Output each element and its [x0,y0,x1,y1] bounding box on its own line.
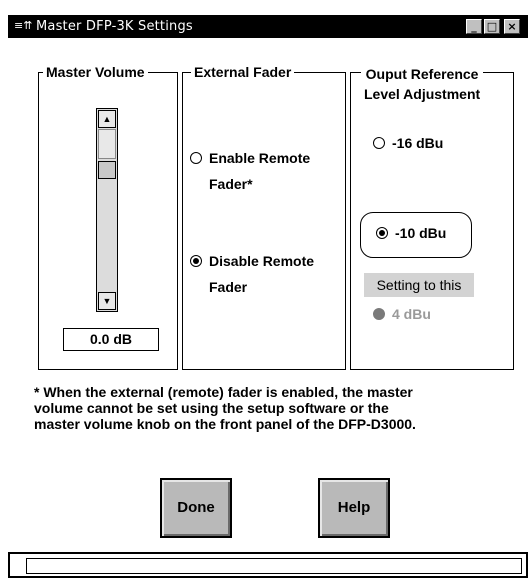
radio-indicator-selected[interactable] [190,255,202,267]
master-volume-value: 0.0 dB [63,328,159,351]
close-button[interactable]: × [504,19,520,34]
radio-indicator-disabled[interactable] [373,308,385,320]
disable-remote-label-line2: Fader [209,279,248,295]
setting-tag: Setting to this [364,273,474,297]
disable-remote-label-line1: Disable Remote [209,253,315,269]
plus-4-dbu-radio[interactable]: 4 dBu [373,301,431,327]
status-field [26,558,522,574]
done-button[interactable]: Done [160,478,232,538]
scroll-up-button[interactable]: ▲ [98,110,116,128]
minimize-button[interactable]: _ [466,19,482,34]
enable-remote-label-line1: Enable Remote [209,150,311,166]
settings-window: ≡⇈ Master DFP-3K Settings _ □ × Master V… [8,10,528,578]
output-reference-label: Ouput Reference Level Adjustment [361,64,484,104]
status-bar [8,552,528,578]
enable-remote-fader-radio[interactable]: Enable Remote Fader* [190,145,310,197]
help-button[interactable]: Help [318,478,390,538]
enable-remote-label-line2: Fader* [209,176,253,192]
minus-16-dbu-label: -16 dBu [392,135,444,151]
plus-4-dbu-label: 4 dBu [392,306,431,322]
scroll-down-button[interactable]: ▼ [98,292,116,310]
minus-16-dbu-radio[interactable]: -16 dBu [373,130,443,156]
disable-remote-fader-radio[interactable]: Disable Remote Fader [190,248,314,300]
window-title: Master DFP-3K Settings [36,19,193,34]
maximize-button[interactable]: □ [484,19,500,34]
title-bar[interactable]: ≡⇈ Master DFP-3K Settings _ □ × [8,15,528,38]
external-fader-label: External Fader [191,64,295,80]
note-line3: master volume knob on the front panel of… [34,416,416,432]
system-menu-icon[interactable]: ≡⇈ [14,19,32,32]
output-reference-label-line2: Level Adjustment [364,86,481,102]
scroll-track-upper[interactable] [98,129,116,159]
note-line1: * When the external (remote) fader is en… [34,384,413,400]
minus-10-dbu-label: -10 dBu [395,225,447,241]
scroll-thumb[interactable] [98,161,116,179]
master-volume-label: Master Volume [43,64,148,80]
master-volume-scrollbar[interactable]: ▲ ▼ [96,108,118,312]
radio-indicator[interactable] [373,137,385,149]
fader-note: * When the external (remote) fader is en… [34,384,504,432]
external-fader-group: External Fader [182,64,346,370]
output-reference-label-line1: Ouput Reference [365,66,479,82]
radio-indicator[interactable] [190,152,202,164]
minus-10-dbu-radio[interactable]: -10 dBu [376,220,446,246]
note-line2: volume cannot be set using the setup sof… [34,400,389,416]
radio-indicator-selected[interactable] [376,227,388,239]
